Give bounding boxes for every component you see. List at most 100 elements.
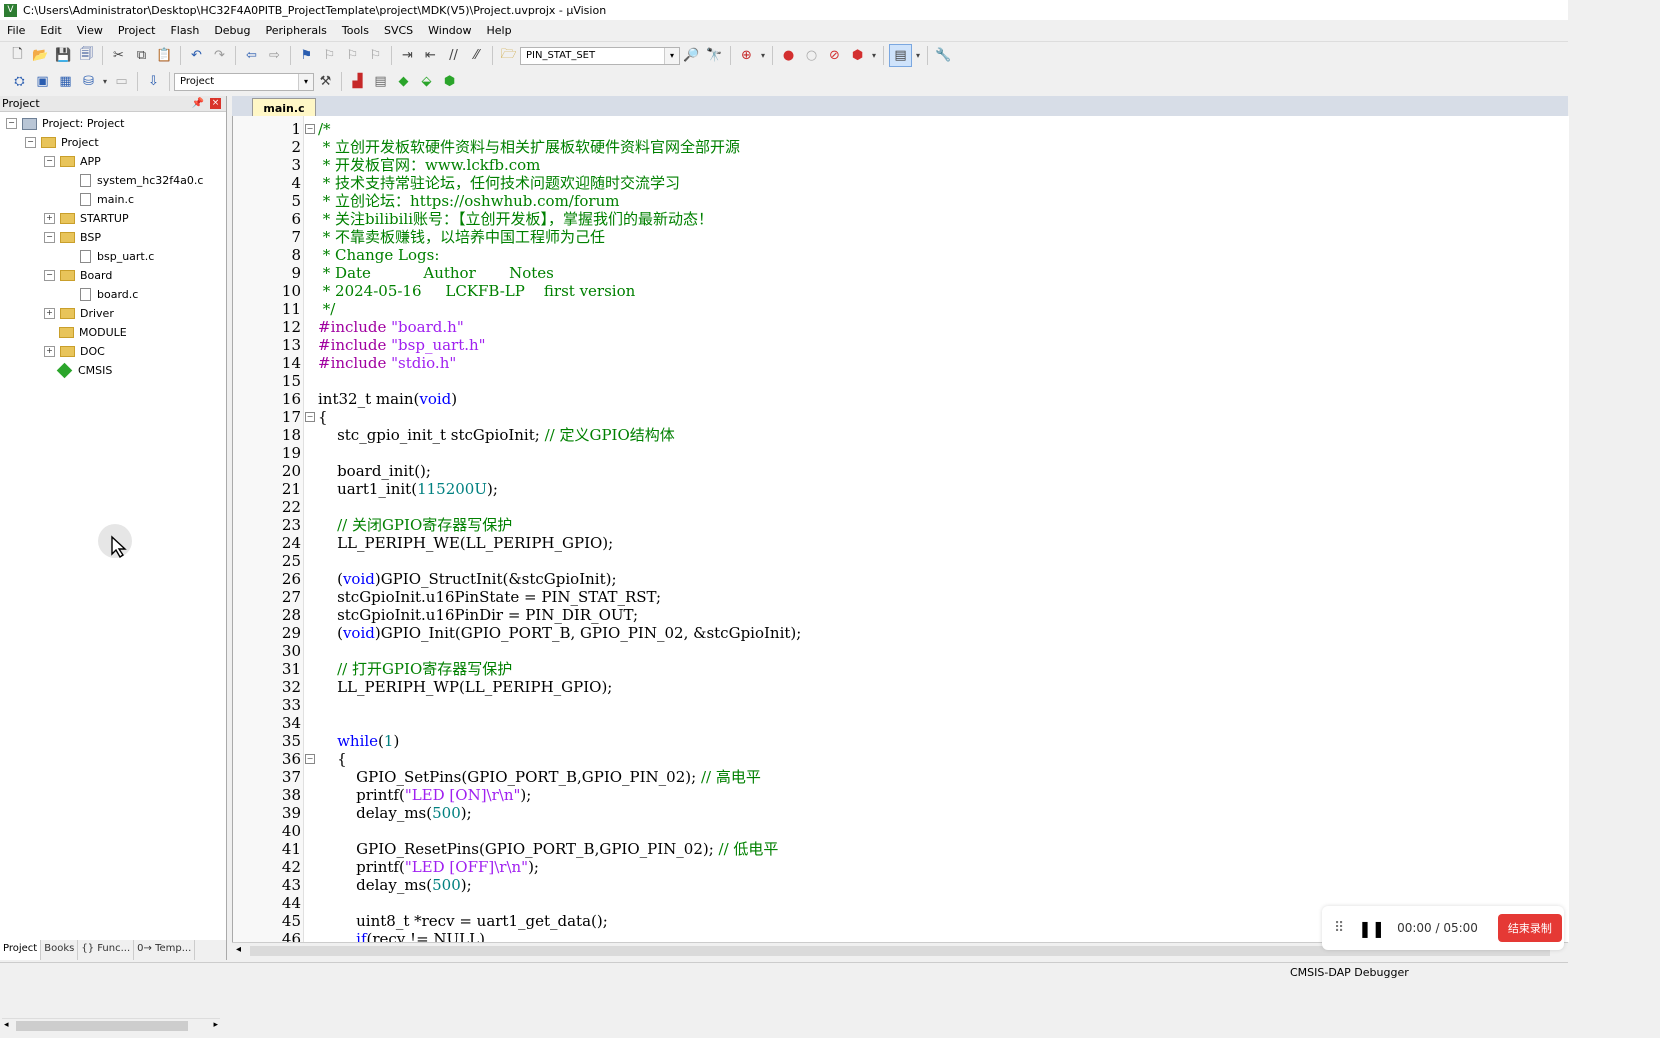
code-line[interactable]: 21 uart1_init(115200U); bbox=[233, 480, 1569, 498]
chevron-down-icon[interactable]: ▾ bbox=[101, 71, 109, 92]
debug-session-icon[interactable]: ⊕ bbox=[736, 45, 757, 66]
code-line[interactable]: 5 * 立创论坛：https://oshwhub.com/forum bbox=[233, 192, 1569, 210]
breakpoint-disable-icon[interactable]: ○ bbox=[801, 45, 822, 66]
menu-flash[interactable]: Flash bbox=[163, 24, 207, 37]
breakpoint-disable-all-icon[interactable]: ⊘ bbox=[824, 45, 845, 66]
tree-group-startup[interactable]: + STARTUP bbox=[44, 209, 129, 228]
code-line[interactable]: 1−/* bbox=[233, 120, 1569, 138]
scroll-left-icon[interactable]: ◂ bbox=[4, 1020, 9, 1030]
menu-view[interactable]: View bbox=[70, 24, 111, 37]
tree-node-target[interactable]: − Project bbox=[25, 133, 99, 152]
stop-recording-button[interactable]: 结束录制 bbox=[1497, 914, 1562, 942]
cut-icon[interactable]: ✂ bbox=[108, 45, 129, 66]
code-line[interactable]: 16 int32_t main(void) bbox=[233, 390, 1569, 408]
code-line[interactable]: 19 bbox=[233, 444, 1569, 462]
menu-tools[interactable]: Tools bbox=[335, 24, 377, 37]
indent-icon[interactable]: ⇥ bbox=[397, 45, 418, 66]
tree-group-driver[interactable]: + Driver bbox=[44, 304, 114, 323]
collapse-icon[interactable]: − bbox=[44, 232, 55, 243]
code-line[interactable]: 3 * 开发板官网：www.lckfb.com bbox=[233, 156, 1569, 174]
expand-icon[interactable]: + bbox=[44, 213, 55, 224]
code-line[interactable]: 15 bbox=[233, 372, 1569, 390]
bookmark-clear-icon[interactable]: ⚐ bbox=[365, 45, 386, 66]
code-line[interactable]: 39 delay_ms(500); bbox=[233, 804, 1569, 822]
code-line[interactable]: 37 GPIO_SetPins(GPIO_PORT_B,GPIO_PIN_02)… bbox=[233, 768, 1569, 786]
collapse-icon[interactable]: − bbox=[25, 137, 36, 148]
target-options-icon[interactable]: ⚒ bbox=[315, 71, 336, 92]
fold-toggle-icon[interactable]: − bbox=[305, 754, 315, 764]
code-line[interactable]: 18 stc_gpio_init_t stcGpioInit; // 定义GPI… bbox=[233, 426, 1569, 444]
pack-installer-icon[interactable]: ⬙ bbox=[416, 71, 437, 92]
breakpoint-insert-icon[interactable]: ● bbox=[778, 45, 799, 66]
code-line[interactable]: 23 // 关闭GPIO寄存器写保护 bbox=[233, 516, 1569, 534]
panel-horizontal-scrollbar[interactable]: ◂ ▸ bbox=[2, 1018, 220, 1034]
save-icon[interactable]: 💾 bbox=[53, 45, 74, 66]
chevron-down-icon[interactable]: ▾ bbox=[759, 45, 767, 66]
code-editor[interactable]: 1−/* 2 * 立创开发板软硬件资料与相关扩展板软硬件资料官网全部开源 3 * 开… bbox=[232, 116, 1569, 942]
code-line[interactable]: 30 bbox=[233, 642, 1569, 660]
nav-back-icon[interactable]: ⇦ bbox=[241, 45, 262, 66]
tab-templates[interactable]: 0→ Temp... bbox=[134, 940, 196, 960]
menu-help[interactable]: Help bbox=[480, 24, 520, 37]
translate-icon[interactable]: ⛭ bbox=[9, 71, 30, 92]
tab-functions[interactable]: {} Func... bbox=[78, 940, 135, 960]
find-icon[interactable]: 🔎 bbox=[681, 45, 702, 66]
code-line[interactable]: 17−{ bbox=[233, 408, 1569, 426]
code-line[interactable]: 7 * 不靠卖板赚钱，以培养中国工程师为己任 bbox=[233, 228, 1569, 246]
expand-icon[interactable]: + bbox=[44, 308, 55, 319]
tree-group-bsp[interactable]: − BSP bbox=[44, 228, 101, 247]
select-packs-icon[interactable]: ▤ bbox=[370, 71, 391, 92]
tab-books[interactable]: Books bbox=[41, 940, 79, 960]
chevron-down-icon[interactable]: ▾ bbox=[914, 45, 922, 66]
code-line[interactable]: 34 bbox=[233, 714, 1569, 732]
code-line[interactable]: 6 * 关注bilibili账号：【立创开发板】，掌握我们的最新动态！ bbox=[233, 210, 1569, 228]
tree-file-system[interactable]: system_hc32f4a0.c bbox=[80, 171, 203, 190]
window-layout-icon[interactable]: ▤ bbox=[889, 44, 912, 67]
tree-node-project-root[interactable]: − Project: Project bbox=[6, 114, 124, 133]
collapse-icon[interactable]: − bbox=[44, 270, 55, 281]
code-line[interactable]: 42 printf("LED [OFF]\r\n"); bbox=[233, 858, 1569, 876]
event-recorder-icon[interactable]: ⬢ bbox=[439, 71, 460, 92]
menu-debug[interactable]: Debug bbox=[207, 24, 258, 37]
incremental-find-icon[interactable]: 🔭 bbox=[704, 45, 725, 66]
collapse-icon[interactable]: − bbox=[44, 156, 55, 167]
menu-edit[interactable]: Edit bbox=[33, 24, 69, 37]
undo-icon[interactable]: ↶ bbox=[186, 45, 207, 66]
tree-file-main[interactable]: main.c bbox=[80, 190, 134, 209]
code-line[interactable]: 43 delay_ms(500); bbox=[233, 876, 1569, 894]
stop-build-icon[interactable]: ▭ bbox=[111, 71, 132, 92]
manage-rte-icon[interactable]: ◆ bbox=[393, 71, 414, 92]
code-line[interactable]: 29 (void)GPIO_Init(GPIO_PORT_B, GPIO_PIN… bbox=[233, 624, 1569, 642]
chevron-down-icon[interactable]: ▾ bbox=[298, 73, 313, 90]
copy-icon[interactable]: ⧉ bbox=[131, 45, 152, 66]
menu-project[interactable]: Project bbox=[111, 24, 164, 37]
code-line[interactable]: 38 printf("LED [ON]\r\n"); bbox=[233, 786, 1569, 804]
code-line[interactable]: 11 */ bbox=[233, 300, 1569, 318]
code-line[interactable]: 35 while(1) bbox=[233, 732, 1569, 750]
code-line[interactable]: 36− { bbox=[233, 750, 1569, 768]
tree-file-board[interactable]: board.c bbox=[80, 285, 138, 304]
pause-icon[interactable]: ❚❚ bbox=[1358, 919, 1385, 938]
code-line[interactable]: 31 // 打开GPIO寄存器写保护 bbox=[233, 660, 1569, 678]
code-line[interactable]: 32 LL_PERIPH_WP(LL_PERIPH_GPIO); bbox=[233, 678, 1569, 696]
close-icon[interactable]: × bbox=[210, 98, 221, 109]
tree-group-app[interactable]: − APP bbox=[44, 152, 101, 171]
scroll-left-icon[interactable]: ◂ bbox=[236, 944, 241, 955]
redo-icon[interactable]: ↷ bbox=[209, 45, 230, 66]
menu-svcs[interactable]: SVCS bbox=[377, 24, 421, 37]
batch-build-icon[interactable]: ⛁ bbox=[78, 71, 99, 92]
save-all-icon[interactable]: 🗐 bbox=[76, 45, 97, 66]
menu-file[interactable]: File bbox=[0, 24, 33, 37]
code-line[interactable]: 10 * 2024-05-16 LCKFB-LP first version bbox=[233, 282, 1569, 300]
pin-icon[interactable]: 📌 bbox=[192, 98, 204, 109]
code-line[interactable]: 25 bbox=[233, 552, 1569, 570]
code-line[interactable]: 20 board_init(); bbox=[233, 462, 1569, 480]
code-line[interactable]: 24 LL_PERIPH_WE(LL_PERIPH_GPIO); bbox=[233, 534, 1569, 552]
code-line[interactable]: 26 (void)GPIO_StructInit(&stcGpioInit); bbox=[233, 570, 1569, 588]
unindent-icon[interactable]: ⇤ bbox=[420, 45, 441, 66]
download-icon[interactable]: ⇩ bbox=[143, 71, 164, 92]
code-line[interactable]: 14 #include "stdio.h" bbox=[233, 354, 1569, 372]
code-line[interactable]: 2 * 立创开发板软硬件资料与相关扩展板软硬件资料官网全部开源 bbox=[233, 138, 1569, 156]
target-select[interactable]: Project ▾ bbox=[174, 72, 314, 91]
drag-handle-icon[interactable]: ⠿ bbox=[1334, 920, 1344, 936]
